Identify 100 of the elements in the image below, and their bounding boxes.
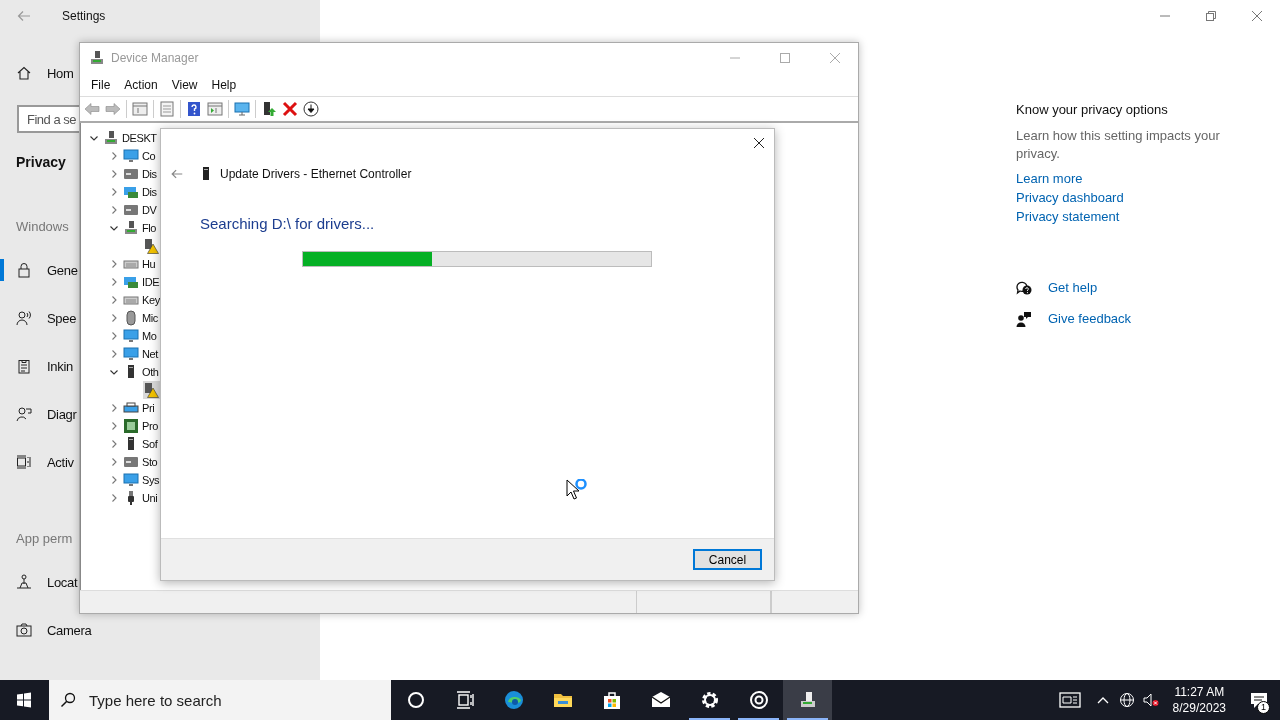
tree-item[interactable]: Pro bbox=[123, 417, 159, 435]
tree-item[interactable]: Flo bbox=[123, 219, 158, 237]
expand-chevron-icon[interactable] bbox=[109, 439, 119, 449]
tree-item[interactable]: Sto bbox=[123, 453, 159, 471]
group-label: App perm bbox=[16, 531, 73, 546]
drive-icon bbox=[123, 202, 139, 218]
privacy-link[interactable]: Learn more bbox=[1016, 169, 1083, 188]
help-chat-icon bbox=[1016, 279, 1032, 296]
menu-item[interactable]: View bbox=[164, 77, 205, 92]
download-icon[interactable] bbox=[303, 101, 319, 117]
tree-item[interactable]: Pri bbox=[123, 399, 156, 417]
menu-item[interactable]: Action bbox=[117, 77, 165, 92]
computer-icon bbox=[89, 50, 105, 66]
cancel-button[interactable]: Cancel bbox=[693, 549, 762, 570]
tree-item[interactable]: Key bbox=[123, 291, 161, 309]
home-link[interactable]: Hom bbox=[47, 65, 74, 81]
restore-icon[interactable] bbox=[1206, 11, 1216, 21]
nav-item[interactable]: Locat bbox=[0, 566, 82, 598]
time-text: 11:27 AM bbox=[1174, 684, 1225, 700]
expand-chevron-icon[interactable] bbox=[109, 277, 119, 287]
expand-chevron-icon[interactable] bbox=[109, 403, 119, 413]
tree-item[interactable]: Dis bbox=[123, 183, 158, 201]
expand-chevron-icon[interactable] bbox=[109, 331, 119, 341]
collapse-chevron-icon[interactable] bbox=[109, 367, 119, 377]
nav-item[interactable]: Spee bbox=[0, 302, 81, 334]
notification-count: 1 bbox=[1257, 701, 1270, 714]
computer-icon bbox=[123, 220, 139, 236]
group-label: Windows bbox=[16, 219, 69, 234]
nav-item[interactable]: Inkin bbox=[0, 350, 77, 382]
menu-item[interactable]: File bbox=[84, 77, 118, 92]
nav-item[interactable]: Activ bbox=[0, 446, 78, 478]
monitor-icon[interactable] bbox=[234, 101, 250, 117]
expand-chevron-icon[interactable] bbox=[109, 295, 119, 305]
collapse-chevron-icon[interactable] bbox=[109, 223, 119, 233]
expand-chevron-icon[interactable] bbox=[109, 475, 119, 485]
lock-icon bbox=[16, 262, 32, 278]
chip-icon bbox=[123, 418, 139, 434]
tree-item[interactable] bbox=[143, 381, 160, 399]
tree-item[interactable]: Net bbox=[123, 345, 159, 363]
tree-item[interactable]: Sof bbox=[123, 435, 159, 453]
tree-item[interactable]: IDE bbox=[123, 273, 161, 291]
close-icon[interactable] bbox=[754, 138, 764, 148]
panel-description: Learn how this setting impacts your privacy. bbox=[1016, 127, 1221, 163]
tree-item[interactable]: Oth bbox=[123, 363, 160, 381]
expand-chevron-icon[interactable] bbox=[109, 259, 119, 269]
panel-icon[interactable] bbox=[207, 101, 223, 117]
expand-chevron-icon[interactable] bbox=[109, 493, 119, 503]
task-view-icon bbox=[454, 690, 475, 710]
start-icon[interactable] bbox=[16, 692, 32, 708]
panel-icon[interactable] bbox=[132, 101, 148, 117]
back-arrow-icon[interactable] bbox=[170, 167, 184, 181]
expand-chevron-icon[interactable] bbox=[109, 457, 119, 467]
clock[interactable]: 11:27 AM 8/29/2023 bbox=[1172, 684, 1226, 716]
remove-icon[interactable] bbox=[282, 101, 298, 117]
maximize-icon[interactable] bbox=[780, 53, 790, 63]
update-driver-icon[interactable] bbox=[261, 101, 277, 117]
dialog-title: Update Drivers - Ethernet Controller bbox=[220, 167, 412, 181]
taskbar-app[interactable] bbox=[783, 680, 832, 720]
expand-chevron-icon[interactable] bbox=[109, 313, 119, 323]
search-field[interactable]: Type here to search bbox=[49, 680, 391, 720]
news-icon[interactable] bbox=[1058, 692, 1081, 708]
volume-muted-icon[interactable] bbox=[1142, 692, 1159, 708]
expand-chevron-icon[interactable] bbox=[109, 151, 119, 161]
support-link[interactable]: Get help bbox=[1048, 278, 1098, 297]
settings-icon bbox=[699, 690, 720, 710]
nav-item[interactable]: Camera bbox=[0, 614, 96, 646]
expand-chevron-icon[interactable] bbox=[109, 205, 119, 215]
circle-icon bbox=[405, 690, 426, 710]
nav-item[interactable]: Gene bbox=[0, 254, 82, 286]
nav-item[interactable]: Diagr bbox=[0, 398, 81, 430]
network-globe-icon[interactable] bbox=[1118, 692, 1135, 708]
expand-chevron-icon[interactable] bbox=[109, 349, 119, 359]
back-arrow-icon[interactable] bbox=[84, 101, 100, 117]
tree-item[interactable]: Uni bbox=[123, 489, 159, 507]
tree-item[interactable]: Mic bbox=[123, 309, 159, 327]
help-icon[interactable] bbox=[186, 101, 202, 117]
tree-item[interactable]: Dis bbox=[123, 165, 158, 183]
forward-arrow-icon[interactable] bbox=[105, 101, 121, 117]
tree-item[interactable]: Hu bbox=[123, 255, 157, 273]
mail-icon bbox=[650, 690, 671, 710]
tree-item[interactable]: DESKT bbox=[103, 129, 158, 147]
section-heading: Privacy bbox=[16, 154, 66, 172]
support-link[interactable]: Give feedback bbox=[1048, 309, 1132, 328]
search-field[interactable]: Find a se bbox=[17, 105, 79, 133]
tree-item[interactable] bbox=[143, 237, 160, 255]
location-person-icon bbox=[16, 574, 32, 590]
tree-item[interactable]: Sys bbox=[123, 471, 161, 489]
expand-chevron-icon[interactable] bbox=[109, 169, 119, 179]
warning-device-icon bbox=[143, 238, 159, 254]
expand-chevron-icon[interactable] bbox=[109, 421, 119, 431]
privacy-link[interactable]: Privacy statement bbox=[1016, 207, 1120, 226]
tree-item[interactable]: Mo bbox=[123, 327, 158, 345]
printer-icon bbox=[123, 400, 139, 416]
menu-item[interactable]: Help bbox=[204, 77, 244, 92]
timeline-icon bbox=[16, 454, 32, 470]
tree-item[interactable]: DV bbox=[123, 201, 158, 219]
expand-chevron-icon[interactable] bbox=[109, 187, 119, 197]
privacy-link[interactable]: Privacy dashboard bbox=[1016, 188, 1124, 207]
collapse-chevron-icon[interactable] bbox=[89, 133, 99, 143]
tree-item[interactable]: Co bbox=[123, 147, 157, 165]
